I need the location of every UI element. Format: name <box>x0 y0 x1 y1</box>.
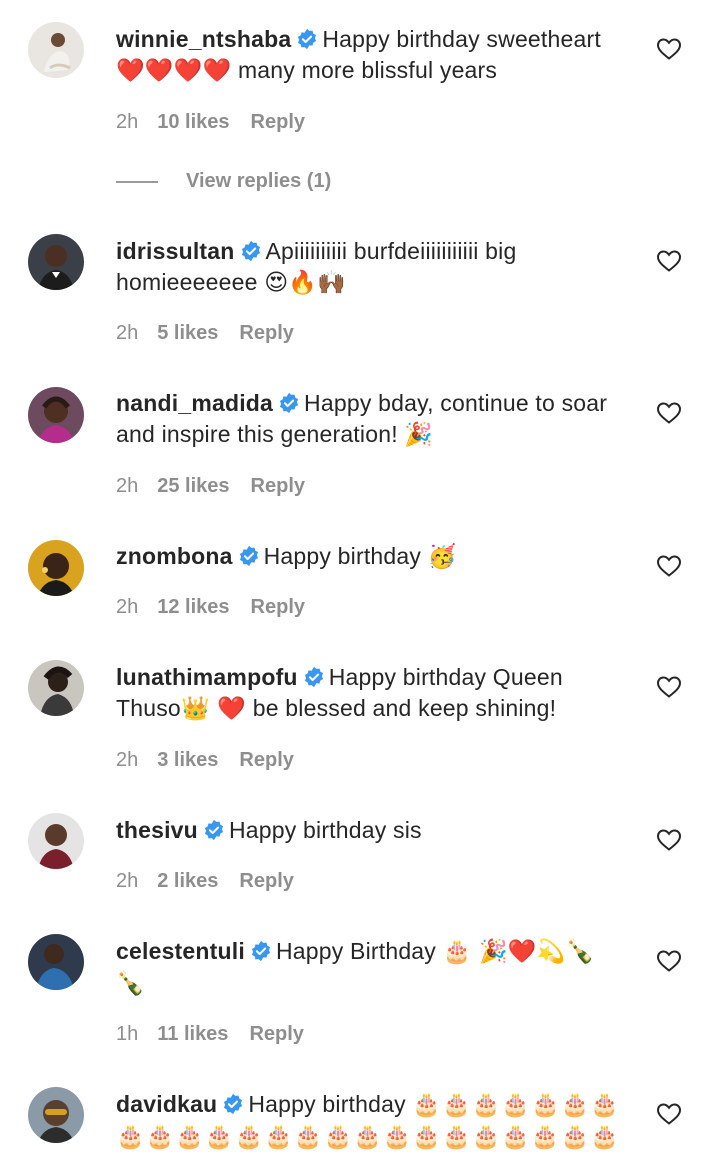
comment-emoji: 🎂🎂🎂🎂🎂🎂🎂 <box>412 1092 620 1118</box>
comment-body: winnie_ntshaba Happy birthday sweetheart … <box>116 24 636 87</box>
comment-body: idrissultan Apiiiiiiiiii burfdeiiiiiiiiii… <box>116 236 636 299</box>
reply-button[interactable]: Reply <box>239 748 293 772</box>
verified-badge-icon <box>204 819 224 841</box>
comment-meta: 2h 5 likes Reply <box>116 321 294 345</box>
comment-emoji: 🎉 <box>404 422 434 448</box>
heart-outline-icon[interactable] <box>656 554 682 578</box>
comment-emoji: 🥳 <box>427 544 457 570</box>
comment-body: znombona Happy birthday 🥳 <box>116 541 636 573</box>
avatar[interactable] <box>28 540 84 596</box>
heart-outline-icon[interactable] <box>656 949 682 973</box>
comment-meta: 2h 2 likes Reply <box>116 869 294 893</box>
verified-badge-icon <box>241 240 260 262</box>
verified-badge-icon <box>304 666 323 688</box>
comment-body: nandi_madida Happy bday, continue to soar… <box>116 388 636 451</box>
avatar[interactable] <box>28 234 84 290</box>
comment-item: winnie_ntshaba Happy birthday sweetheart … <box>0 0 720 200</box>
divider <box>116 180 158 183</box>
heart-outline-icon[interactable] <box>656 401 682 425</box>
likes-count[interactable]: 11 likes <box>157 1022 228 1046</box>
comment-username[interactable]: thesivu <box>116 817 198 843</box>
verified-badge-icon <box>251 940 271 962</box>
comment-meta: 2h 25 likes Reply <box>116 474 305 498</box>
comment-emoji: 🎂 🎉❤️💫🍾 <box>442 939 595 965</box>
reply-button[interactable]: Reply <box>251 474 305 498</box>
comment-emoji: 😍🔥🙌🏾 <box>264 270 347 296</box>
view-replies-label: View replies (1) <box>186 170 332 192</box>
avatar[interactable] <box>28 934 84 990</box>
comment-time: 2h <box>116 749 139 771</box>
comment-time: 2h <box>116 870 139 892</box>
comment-meta: 1h 11 likes Reply <box>116 1022 304 1046</box>
avatar[interactable] <box>28 660 84 716</box>
comment-username[interactable]: nandi_madida <box>116 390 273 416</box>
comment-body: thesivu Happy birthday sis <box>116 815 636 846</box>
comment-text-continued: Thuso <box>116 695 181 721</box>
comment-time: 2h <box>116 322 139 344</box>
comment-body: lunathimampofu Happy birthday Queen Thuso… <box>116 662 636 725</box>
heart-outline-icon[interactable] <box>656 828 682 852</box>
comment-username[interactable]: lunathimampofu <box>116 664 298 690</box>
view-replies-button[interactable]: View replies (1) <box>116 168 331 194</box>
likes-count[interactable]: 2 likes <box>157 869 218 893</box>
comment-emoji-continued: 🍾 <box>116 971 145 997</box>
avatar[interactable] <box>28 813 84 869</box>
heart-outline-icon[interactable] <box>656 1102 682 1126</box>
comment-username[interactable]: celestentuli <box>116 938 245 964</box>
verified-badge-icon <box>239 545 258 567</box>
likes-count[interactable]: 12 likes <box>157 595 229 619</box>
comment-text-end: be blessed and keep shining! <box>246 695 557 721</box>
verified-badge-icon <box>298 28 317 50</box>
comment-text: Happy Birthday <box>275 938 437 964</box>
comment-username[interactable]: winnie_ntshaba <box>116 26 291 52</box>
comment-text: Happy birthday <box>263 543 422 569</box>
comment-text-continued: many more blissful years <box>231 57 498 83</box>
comment-time: 2h <box>116 596 139 618</box>
comment-body: davidkau Happy birthday 🎂🎂🎂🎂🎂🎂🎂 🎂🎂🎂🎂🎂🎂🎂🎂🎂… <box>116 1089 636 1153</box>
reply-button[interactable]: Reply <box>251 110 305 134</box>
comment-text: Happy birthday Queen <box>328 664 563 690</box>
reply-button[interactable]: Reply <box>251 595 305 619</box>
comment-text: Happy birthday sweetheart <box>322 26 601 52</box>
likes-count[interactable]: 25 likes <box>157 474 229 498</box>
comment-emoji-continued: 🎂🎂🎂🎂🎂🎂🎂🎂🎂🎂🎂🎂🎂🎂🎂🎂🎂 <box>116 1124 620 1150</box>
comment-time: 1h <box>116 1023 139 1045</box>
heart-outline-icon[interactable] <box>656 37 682 61</box>
reply-button[interactable]: Reply <box>249 1022 303 1046</box>
comments-list: winnie_ntshaba Happy birthday sweetheart … <box>0 0 720 1154</box>
comment-username[interactable]: idrissultan <box>116 238 235 264</box>
reply-button[interactable]: Reply <box>239 869 293 893</box>
likes-count[interactable]: 3 likes <box>157 748 218 772</box>
comment-emoji: 👑 ❤️ <box>180 696 247 722</box>
avatar[interactable] <box>28 1087 84 1143</box>
comment-body: celestentuli Happy Birthday 🎂 🎉❤️💫🍾 🍾 <box>116 936 636 1000</box>
comment-username[interactable]: znombona <box>116 543 233 569</box>
comment-text: Apiiiiiiiiii burfdeiiiiiiiiiii big <box>265 238 517 264</box>
comment-time: 2h <box>116 111 139 133</box>
comment-text-continued: and inspire this generation! <box>116 421 398 447</box>
comment-username[interactable]: davidkau <box>116 1091 217 1117</box>
heart-outline-icon[interactable] <box>656 249 682 273</box>
verified-badge-icon <box>279 392 299 414</box>
comment-time: 2h <box>116 475 139 497</box>
comment-meta: 2h 12 likes Reply <box>116 595 305 619</box>
comment-emoji: ❤️❤️❤️❤️ <box>116 58 232 84</box>
likes-count[interactable]: 10 likes <box>157 110 229 134</box>
comment-text: Happy birthday <box>248 1091 406 1117</box>
comment-meta: 2h 3 likes Reply <box>116 748 294 772</box>
reply-button[interactable]: Reply <box>239 321 293 345</box>
likes-count[interactable]: 5 likes <box>157 321 218 345</box>
verified-badge-icon <box>224 1093 243 1115</box>
comment-meta: 2h 10 likes Reply <box>116 110 305 134</box>
comment-text: Happy bday, continue to soar <box>304 390 608 416</box>
avatar[interactable] <box>28 387 84 443</box>
comment-text: Happy birthday sis <box>228 817 422 843</box>
heart-outline-icon[interactable] <box>656 675 682 699</box>
avatar[interactable] <box>28 22 84 78</box>
comment-text-continued: homieeeeeee <box>116 269 258 295</box>
